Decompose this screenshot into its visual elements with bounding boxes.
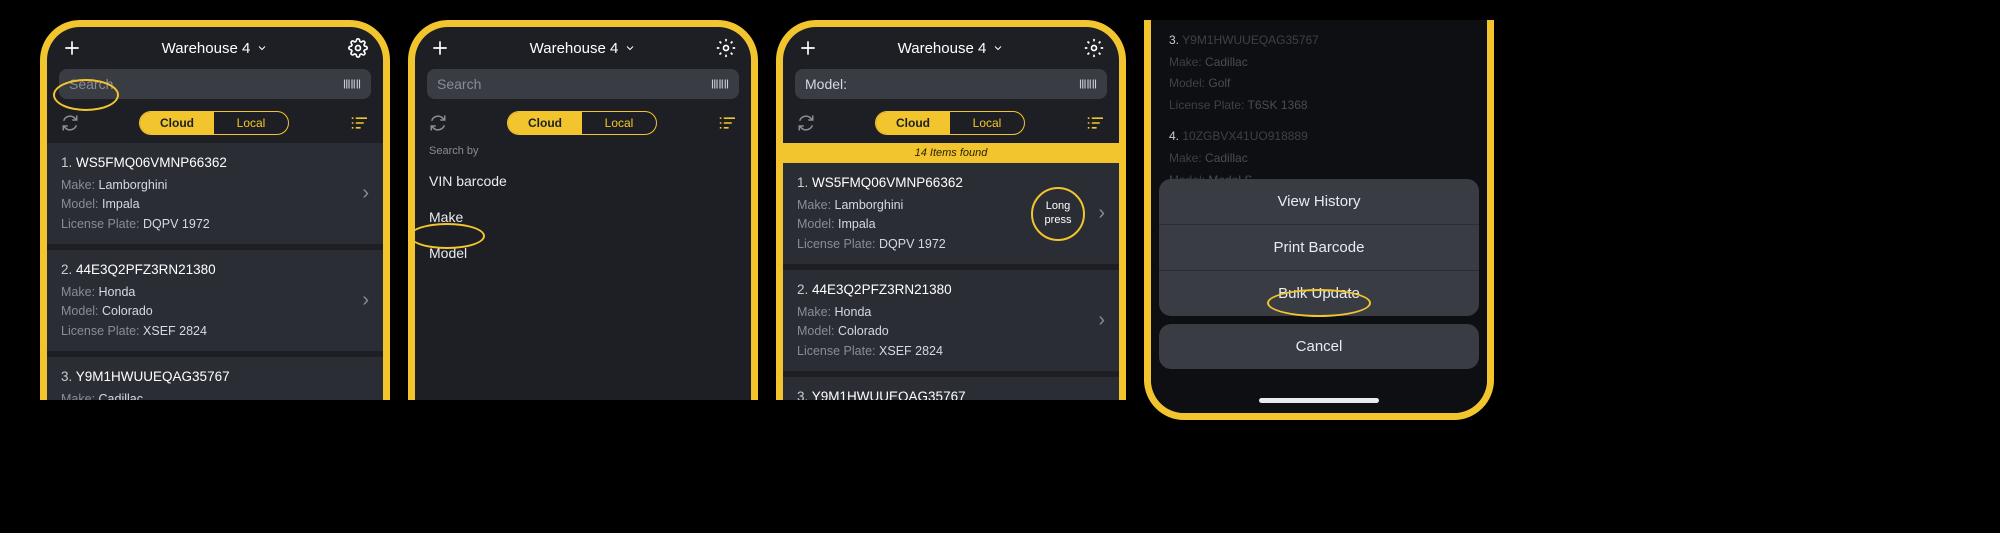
page-title: Warehouse 4 bbox=[530, 40, 619, 57]
phone-screen-3: Warehouse 4 Model: Cloud Local 14 Items … bbox=[776, 20, 1126, 400]
phone-screen-1: Warehouse 4 Search Cloud Local bbox=[40, 20, 390, 400]
action-cancel[interactable]: Cancel bbox=[1159, 324, 1479, 369]
refresh-icon[interactable] bbox=[429, 114, 447, 132]
list-item[interactable]: 1. WS5FMQ06VMNP66362 Make: Lamborghini M… bbox=[47, 143, 383, 244]
search-by-model[interactable]: Model bbox=[429, 235, 737, 271]
search-by-make[interactable]: Make bbox=[429, 199, 737, 235]
sort-icon[interactable] bbox=[1085, 115, 1105, 131]
chevron-right-icon: › bbox=[362, 182, 369, 205]
list-item[interactable]: 3. Y9M1HWUUEQAG35767 Make: Cadillac bbox=[47, 357, 383, 400]
toggle-cloud[interactable]: Cloud bbox=[508, 112, 582, 134]
sort-icon[interactable] bbox=[717, 115, 737, 131]
toggle-local[interactable]: Local bbox=[950, 112, 1024, 134]
toggle-local[interactable]: Local bbox=[582, 112, 656, 134]
action-bulk-update[interactable]: Bulk Update bbox=[1159, 271, 1479, 316]
chevron-right-icon: › bbox=[1098, 202, 1105, 225]
search-field-value: Model: bbox=[805, 76, 1079, 92]
header: Warehouse 4 bbox=[783, 27, 1119, 65]
chevron-right-icon: › bbox=[1098, 309, 1105, 332]
barcode-icon[interactable] bbox=[711, 77, 729, 91]
chevron-down-icon bbox=[992, 42, 1004, 54]
location-dropdown[interactable]: Warehouse 4 bbox=[530, 40, 637, 57]
list-item[interactable]: 2. 44E3Q2PFZ3RN21380 Make: Honda Model: … bbox=[47, 250, 383, 351]
page-title: Warehouse 4 bbox=[898, 40, 987, 57]
sort-icon[interactable] bbox=[349, 115, 369, 131]
location-dropdown[interactable]: Warehouse 4 bbox=[162, 40, 269, 57]
page-title: Warehouse 4 bbox=[162, 40, 251, 57]
phone-screen-2: Warehouse 4 Search Cloud Local Search by bbox=[408, 20, 758, 400]
long-press-hint: Long press bbox=[1031, 187, 1085, 241]
add-icon[interactable] bbox=[61, 37, 83, 59]
list-item[interactable]: 2. 44E3Q2PFZ3RN21380 Make: Honda Model: … bbox=[783, 270, 1119, 371]
chevron-down-icon bbox=[624, 42, 636, 54]
action-view-history[interactable]: View History bbox=[1159, 179, 1479, 225]
phone-screen-4: 3. Y9M1HWUUEQAG35767 Make: Cadillac Mode… bbox=[1144, 20, 1494, 420]
search-placeholder: Search bbox=[437, 76, 711, 92]
chevron-right-icon: › bbox=[362, 289, 369, 312]
search-input[interactable]: Search bbox=[427, 69, 739, 99]
search-by-heading: Search by bbox=[429, 145, 737, 157]
gear-icon[interactable] bbox=[715, 37, 737, 59]
home-indicator bbox=[1259, 398, 1379, 403]
gear-icon[interactable] bbox=[347, 37, 369, 59]
toggle-local[interactable]: Local bbox=[214, 112, 288, 134]
list-item[interactable]: 1. WS5FMQ06VMNP66362 Make: Lamborghini M… bbox=[783, 163, 1119, 264]
header: Warehouse 4 bbox=[47, 27, 383, 65]
source-toggle[interactable]: Cloud Local bbox=[507, 111, 657, 135]
search-by-list: VIN barcode Make Model bbox=[429, 163, 737, 271]
toggle-cloud[interactable]: Cloud bbox=[876, 112, 950, 134]
chevron-down-icon bbox=[256, 42, 268, 54]
toggle-cloud[interactable]: Cloud bbox=[140, 112, 214, 134]
vehicle-list: 1. WS5FMQ06VMNP66362 Make: Lamborghini M… bbox=[47, 143, 383, 400]
search-placeholder: Search bbox=[69, 76, 343, 92]
barcode-icon[interactable] bbox=[1079, 77, 1097, 91]
location-dropdown[interactable]: Warehouse 4 bbox=[898, 40, 1005, 57]
action-sheet: View History Print Barcode Bulk Update C… bbox=[1159, 179, 1479, 369]
gear-icon[interactable] bbox=[1083, 37, 1105, 59]
refresh-icon[interactable] bbox=[61, 114, 79, 132]
search-input[interactable]: Model: bbox=[795, 69, 1107, 99]
source-toggle[interactable]: Cloud Local bbox=[139, 111, 289, 135]
vehicle-list: 1. WS5FMQ06VMNP66362 Make: Lamborghini M… bbox=[783, 163, 1119, 400]
source-toggle[interactable]: Cloud Local bbox=[875, 111, 1025, 135]
header: Warehouse 4 bbox=[415, 27, 751, 65]
refresh-icon[interactable] bbox=[797, 114, 815, 132]
search-by-vin[interactable]: VIN barcode bbox=[429, 163, 737, 199]
search-input[interactable]: Search bbox=[59, 69, 371, 99]
list-item[interactable]: 3. Y9M1HWUUEQAG35767 bbox=[783, 377, 1119, 400]
add-icon[interactable] bbox=[429, 37, 451, 59]
add-icon[interactable] bbox=[797, 37, 819, 59]
results-count-bar: 14 Items found bbox=[783, 143, 1119, 163]
action-print-barcode[interactable]: Print Barcode bbox=[1159, 225, 1479, 271]
barcode-icon[interactable] bbox=[343, 77, 361, 91]
